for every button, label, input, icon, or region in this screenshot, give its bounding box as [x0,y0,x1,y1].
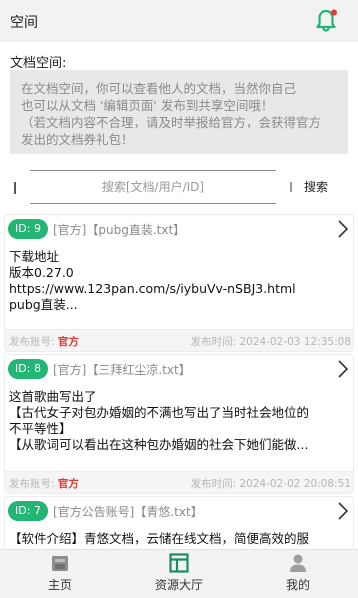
publisher-label: 发布账号: 官方 [9,334,79,349]
nav-profile[interactable]: 我的 [258,550,338,598]
content-line: https://www.123pan.com/s/iybuVv-nSBJ3.ht… [9,281,296,296]
publisher-label: 发布账号: 官方 [9,476,79,491]
card-title: [官方]【pubg直装.txt】 [53,223,186,237]
nav-home[interactable]: 主页 [20,550,100,598]
content-line: 【软件介绍】青悠文档，云储在线文档，简便高效的服 [9,531,310,546]
card-title: [官方公告账号]【青悠.txt】 [53,505,203,519]
bottom-nav: 主页 资源大厅 我的 [0,549,358,598]
publisher-caption: 发布账号: [9,478,58,490]
notice-line: （若文档内容不合理，请及时举报给官方，会获得官方 [21,115,322,130]
divider [290,182,292,192]
content-line: 版本0.27.0 [9,265,74,280]
id-badge: ID: 8 [8,359,48,379]
page-title: 空间 [10,15,38,31]
notice-line: 发出的文档券礼包！ [21,132,134,147]
chevron-right-icon[interactable] [337,359,349,379]
nav-resource-hall[interactable]: 资源大厅 [139,550,219,598]
content-line: 这首歌曲写出了 [9,389,97,404]
nav-label: 资源大厅 [154,578,203,592]
card-footer: 发布账号: 官方 发布时间: 2024-02-03 12:35:08 [5,329,353,351]
top-bar: 空间 [0,0,358,42]
content-line: pubg直装... [9,297,78,312]
card-content: 【软件介绍】青悠文档，云储在线文档，简便高效的服 [9,531,347,547]
card-footer: 发布账号: 官方 发布时间: 2024-02-02 20:08:51 [5,471,353,493]
content-line: 不平等性】 [9,421,72,436]
nav-label: 我的 [285,578,310,592]
card-content: 下载地址 版本0.27.0 https://www.123pan.com/s/i… [9,249,347,313]
id-badge: ID: 9 [8,219,48,239]
notice-line: 也可以从文档 '编辑页面' 发布到共享空间哦！ [21,98,274,113]
search-row: 搜索 [0,168,358,208]
search-button[interactable]: 搜索 [304,178,328,195]
doc-card[interactable]: ID: 7 [官方公告账号]【青悠.txt】 【软件介绍】青悠文档，云储在线文档… [4,496,354,556]
content-line: 【从歌词可以看出在这种包办婚姻的社会下她们能做... [9,437,309,452]
notice-box: 在文档空间，你可以查看他人的文档，当然你自己 也可以从文档 '编辑页面' 发布到… [10,70,348,154]
content-line: 【古代女子对包办婚姻的不满也写出了当时社会地位的 [9,405,310,420]
section-label: 文档空间: [10,56,67,71]
publisher-caption: 发布账号: [9,336,58,348]
publisher-name[interactable]: 官方 [58,478,79,490]
content-line: 下载地址 [9,249,60,264]
id-badge: ID: 7 [8,501,48,521]
card-title: [官方]【三拜红尘凉.txt】 [53,363,191,377]
search-input[interactable] [30,170,276,204]
home-icon [52,556,68,571]
doc-card[interactable]: ID: 9 [官方]【pubg直装.txt】 下载地址 版本0.27.0 htt… [4,214,354,352]
publish-time: 发布时间: 2024-02-02 20:08:51 [190,478,351,490]
chevron-right-icon[interactable] [337,501,349,521]
card-content: 这首歌曲写出了 【古代女子对包办婚姻的不满也写出了当时社会地位的 不平等性】 【… [9,389,347,453]
divider [14,182,16,194]
chevron-right-icon[interactable] [337,219,349,239]
window-icon [169,553,189,573]
publish-time: 发布时间: 2024-02-03 12:35:08 [190,336,351,348]
user-icon [290,554,306,572]
publisher-name[interactable]: 官方 [58,336,79,348]
nav-label: 主页 [47,578,72,592]
bell-icon[interactable] [313,8,339,34]
doc-card[interactable]: ID: 8 [官方]【三拜红尘凉.txt】 这首歌曲写出了 【古代女子对包办婚姻… [4,354,354,494]
notice-line: 在文档空间，你可以查看他人的文档，当然你自己 [21,81,297,96]
